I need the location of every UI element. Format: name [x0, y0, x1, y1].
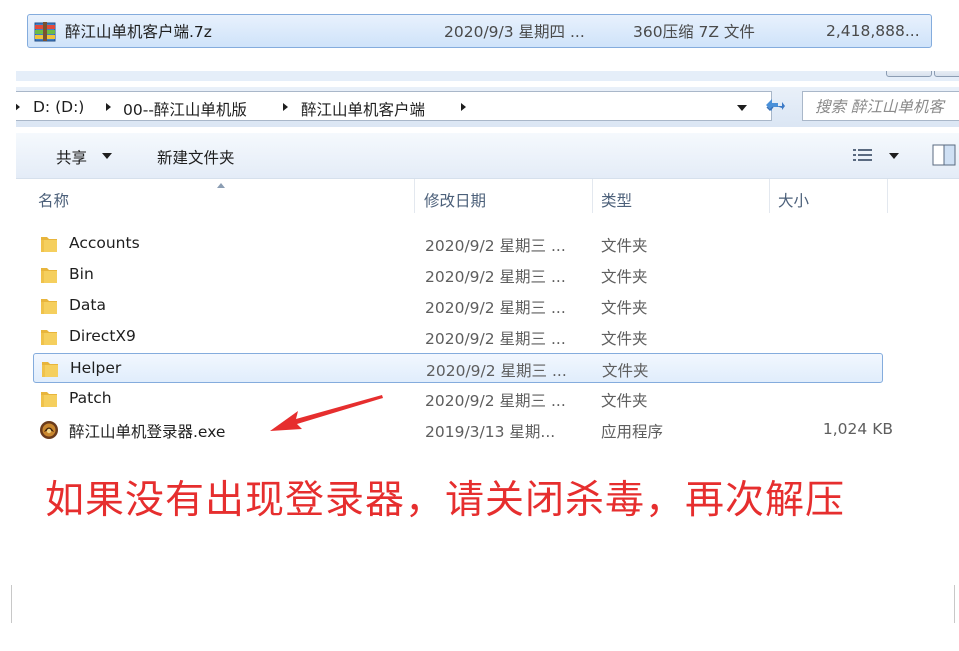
- archive-7z-icon: [34, 22, 56, 42]
- file-date: 2020/9/2 星期三 ...: [425, 268, 566, 286]
- file-row[interactable]: 醉江山单机登录器.exe 2019/3/13 星期... 应用程序 1,024 …: [33, 415, 893, 445]
- file-type: 文件夹: [601, 392, 648, 410]
- file-date: 2020/9/2 星期三 ...: [426, 362, 567, 380]
- breadcrumb-arrow-icon[interactable]: [16, 103, 20, 111]
- archive-size: 2,418,888...: [826, 22, 920, 40]
- breadcrumb-arrow-icon[interactable]: [106, 103, 111, 111]
- breadcrumb-arrow-icon[interactable]: [461, 103, 466, 111]
- sort-ascending-icon: [217, 183, 225, 188]
- archive-name: 醉江山单机客户端.7z: [65, 23, 212, 41]
- file-name: Helper: [70, 359, 122, 377]
- file-row[interactable]: Patch 2020/9/2 星期三 ... 文件夹: [33, 384, 883, 414]
- folder-icon: [41, 268, 57, 283]
- title-strip: [16, 71, 959, 81]
- file-row[interactable]: Accounts 2020/9/2 星期三 ... 文件夹: [33, 229, 883, 259]
- column-divider[interactable]: [887, 179, 888, 213]
- file-date: 2020/9/2 星期三 ...: [425, 330, 566, 348]
- minimize-button[interactable]: [886, 71, 932, 77]
- file-date: 2020/9/2 星期三 ...: [425, 237, 566, 255]
- file-date: 2019/3/13 星期...: [425, 423, 556, 441]
- command-bar: 共享 新建文件夹: [16, 133, 959, 179]
- folder-icon: [41, 392, 57, 407]
- breadcrumb-drive[interactable]: D: (D:): [33, 98, 84, 116]
- folder-icon: [42, 362, 58, 377]
- archive-date: 2020/9/3 星期四 ...: [444, 23, 585, 41]
- column-divider[interactable]: [414, 179, 415, 213]
- maximize-button[interactable]: [934, 71, 959, 77]
- refresh-button[interactable]: [756, 91, 792, 121]
- file-row-selected[interactable]: Helper 2020/9/2 星期三 ... 文件夹: [33, 353, 883, 383]
- file-type: 文件夹: [602, 362, 649, 380]
- view-list-icon[interactable]: [852, 147, 874, 163]
- file-date: 2020/9/2 星期三 ...: [425, 392, 566, 410]
- annotation-arrow-icon: [270, 395, 383, 431]
- refresh-icon: [766, 99, 785, 112]
- column-header-type[interactable]: 类型: [601, 189, 632, 211]
- file-name: Patch: [69, 389, 112, 407]
- file-size: 1,024 KB: [822, 420, 893, 438]
- column-divider[interactable]: [592, 179, 593, 213]
- page-edge-mark: [954, 585, 955, 623]
- file-row[interactable]: Bin 2020/9/2 星期三 ... 文件夹: [33, 260, 883, 290]
- game-app-icon: [40, 421, 58, 439]
- address-bar: D: (D:) 00--醉江山单机版 醉江山单机客户端 搜索 醉江山单机客: [16, 87, 959, 127]
- address-history-dropdown-icon[interactable]: [737, 105, 747, 111]
- share-button[interactable]: 共享: [56, 146, 87, 168]
- search-input[interactable]: 搜索 醉江山单机客: [802, 91, 959, 121]
- archive-type: 360压缩 7Z 文件: [633, 23, 755, 41]
- file-row[interactable]: DirectX9 2020/9/2 星期三 ... 文件夹: [33, 322, 883, 352]
- explorer-window: D: (D:) 00--醉江山单机版 醉江山单机客户端 搜索 醉江山单机客 共享…: [16, 71, 959, 551]
- column-divider[interactable]: [769, 179, 770, 213]
- preview-pane-icon[interactable]: [932, 144, 956, 166]
- folder-icon: [41, 237, 57, 252]
- folder-icon: [41, 299, 57, 314]
- notice-text: 如果没有出现登录器，请关闭杀毒，再次解压: [45, 478, 846, 523]
- breadcrumb-folder[interactable]: 00--醉江山单机版: [123, 98, 247, 120]
- file-type: 文件夹: [601, 330, 648, 348]
- share-label: 共享: [56, 149, 88, 167]
- breadcrumb[interactable]: D: (D:) 00--醉江山单机版 醉江山单机客户端: [16, 91, 772, 121]
- archive-file-row[interactable]: 醉江山单机客户端.7z 2020/9/3 星期四 ... 360压缩 7Z 文件…: [27, 14, 932, 48]
- file-type: 文件夹: [601, 268, 648, 286]
- column-header-row: 名称 修改日期 类型 大小: [16, 179, 959, 217]
- column-header-name[interactable]: 名称: [38, 189, 69, 211]
- file-type: 文件夹: [601, 299, 648, 317]
- breadcrumb-current[interactable]: 醉江山单机客户端: [301, 98, 425, 120]
- file-name: Accounts: [69, 234, 140, 252]
- column-header-size[interactable]: 大小: [778, 189, 809, 211]
- folder-icon: [41, 330, 57, 345]
- file-row[interactable]: Data 2020/9/2 星期三 ... 文件夹: [33, 291, 883, 321]
- new-folder-button[interactable]: 新建文件夹: [157, 146, 235, 168]
- share-dropdown-icon[interactable]: [102, 153, 112, 159]
- file-date: 2020/9/2 星期三 ...: [425, 299, 566, 317]
- file-name: Data: [69, 296, 107, 314]
- file-name: DirectX9: [69, 327, 136, 345]
- file-name: Bin: [69, 265, 94, 283]
- breadcrumb-arrow-icon[interactable]: [283, 103, 288, 111]
- view-options-dropdown-icon[interactable]: [889, 153, 899, 159]
- file-name: 醉江山单机登录器.exe: [69, 423, 226, 441]
- column-header-date[interactable]: 修改日期: [424, 189, 486, 211]
- page-edge-mark: [11, 585, 12, 623]
- file-type: 应用程序: [601, 423, 664, 441]
- file-type: 文件夹: [601, 237, 648, 255]
